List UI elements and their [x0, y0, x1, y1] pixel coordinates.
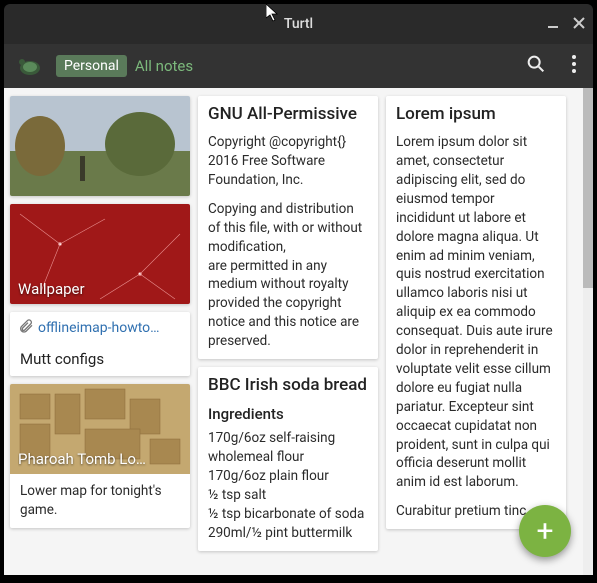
close-button[interactable] — [573, 17, 585, 32]
note-card-wallpaper[interactable]: Wallpaper — [10, 204, 190, 304]
window-title: Turtl — [284, 16, 313, 32]
note-card-gnu[interactable]: GNU All-Permissive Copyright @copyright{… — [198, 96, 378, 359]
scope-all-notes[interactable]: All notes — [135, 57, 193, 75]
attachment-icon — [18, 318, 34, 338]
note-subtitle: Ingredients — [208, 404, 368, 425]
note-title: BBC Irish soda bread — [208, 375, 368, 396]
note-card-park[interactable] — [10, 96, 190, 196]
note-card-lorem[interactable]: Lorem ipsum Lorem ipsum dolor sit amet, … — [386, 96, 566, 529]
search-icon[interactable] — [525, 53, 547, 79]
note-text: Lorem ipsum dolor sit amet, consectetur … — [396, 133, 556, 492]
note-title: Wallpaper — [18, 280, 182, 298]
minimize-button[interactable] — [547, 17, 559, 32]
scrollbar[interactable] — [583, 88, 593, 575]
plus-icon: + — [536, 514, 553, 549]
notes-grid: Wallpaper offlineimap-howto… Mutt config… — [4, 88, 593, 575]
note-title: Mutt configs — [10, 344, 190, 376]
app-logo-icon[interactable] — [14, 54, 46, 78]
scrollbar-thumb[interactable] — [583, 88, 593, 288]
note-title: GNU All-Permissive — [208, 104, 368, 125]
menu-dots-icon[interactable] — [565, 53, 583, 79]
note-text: 170g/6oz plain flour — [208, 467, 368, 486]
note-body: Lower map for tonight's game. — [10, 474, 190, 528]
note-text: Copying and distribution of this file, w… — [208, 200, 368, 257]
note-text: Copyright @copyright{} 2016 Free Softwar… — [208, 133, 368, 190]
note-text: ½ tsp bicarbonate of soda — [208, 505, 368, 524]
note-card-mutt[interactable]: offlineimap-howto… Mutt configs — [10, 312, 190, 376]
add-note-button[interactable]: + — [519, 505, 571, 557]
note-text: 170g/6oz self-raising wholemeal flour — [208, 429, 368, 467]
note-card-pharoah[interactable]: Pharoah Tomb Lo… Lower map for tonight's… — [10, 384, 190, 528]
attachment-link[interactable]: offlineimap-howto… — [38, 320, 160, 336]
tag-chip-personal[interactable]: Personal — [56, 55, 127, 77]
note-card-bbc[interactable]: BBC Irish soda bread Ingredients 170g/6o… — [198, 367, 378, 551]
note-image-park — [10, 96, 190, 196]
window-titlebar: Turtl — [4, 4, 593, 44]
app-toolbar: Personal All notes — [4, 44, 593, 88]
note-text: 290ml/½ pint buttermilk — [208, 524, 368, 543]
note-title: Lorem ipsum — [396, 104, 556, 125]
note-text: are permitted in any medium without roya… — [208, 257, 368, 351]
note-title: Pharoah Tomb Lo… — [18, 450, 182, 468]
note-text: ½ tsp salt — [208, 486, 368, 505]
